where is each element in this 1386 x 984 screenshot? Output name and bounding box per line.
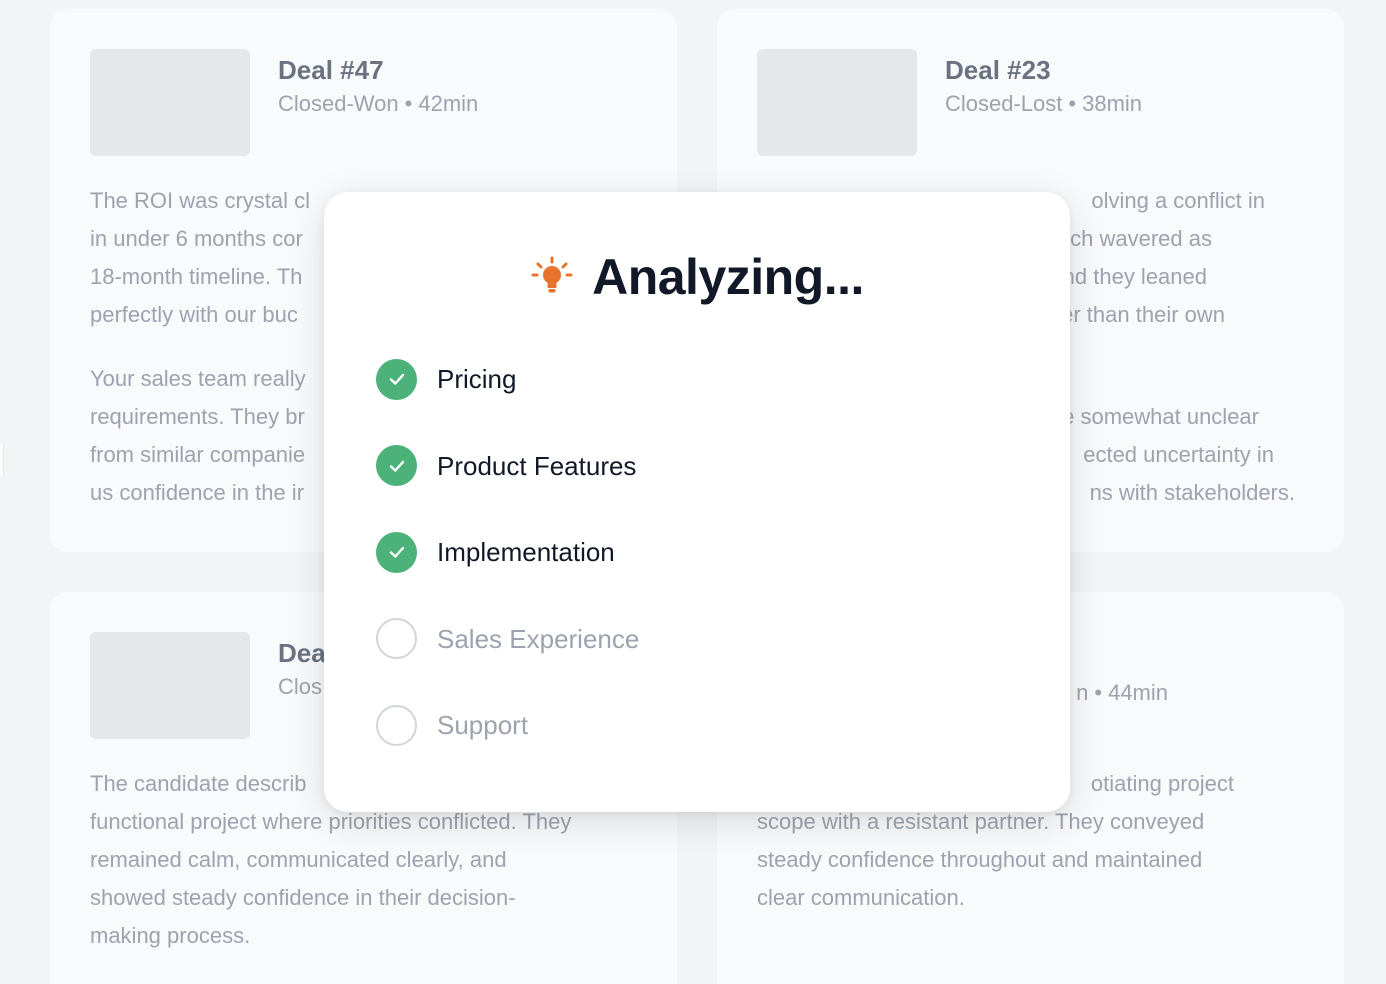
separator: • — [1068, 91, 1077, 116]
check-circle-icon — [376, 531, 417, 573]
deal-status: Closed-Won — [278, 91, 399, 116]
step-label: Product Features — [437, 450, 637, 481]
side-panel-tab[interactable] — [0, 442, 4, 478]
step-label: Sales Experience — [437, 623, 640, 654]
deal-status: n — [1076, 680, 1089, 705]
check-circle-icon — [376, 445, 417, 486]
separator: • — [1094, 680, 1103, 705]
step-sales-experience: Sales Experience — [376, 618, 640, 659]
deal-title: Deal #23 — [945, 55, 1051, 85]
step-label: Implementation — [437, 537, 615, 567]
step-implementation: Implementation — [376, 531, 639, 573]
deal-thumbnail — [90, 49, 250, 156]
empty-circle-icon — [376, 618, 417, 659]
text-line: clear communication. — [757, 885, 965, 910]
deal-thumbnail — [757, 49, 917, 156]
deal-status: Closed-Lost — [945, 91, 1063, 116]
deal-duration: 42min — [418, 91, 479, 116]
text-line: remained calm, communicated clearly, and — [90, 847, 507, 872]
deal-status-line: Closed-Won • 42min — [278, 89, 478, 119]
deal-duration: 38min — [1082, 91, 1143, 116]
lightbulb-icon — [531, 256, 573, 293]
text-line: steady confidence throughout and maintai… — [757, 847, 1203, 872]
step-pricing: Pricing — [376, 358, 639, 400]
analysis-steps: Pricing Product Features Implementation … — [376, 358, 640, 792]
separator: • — [404, 91, 413, 116]
deal-status-line: Closed-Lost • 38min — [945, 89, 1142, 119]
step-product-features: Product Features — [376, 445, 639, 486]
empty-circle-icon — [376, 704, 417, 746]
deal-status: Clos — [278, 674, 323, 699]
check-circle-icon — [376, 358, 417, 400]
deal-title: Deal #47 — [278, 55, 384, 85]
modal-header: Analyzing... — [324, 242, 1070, 312]
modal-title: Analyzing... — [592, 249, 864, 305]
analyzing-modal: Analyzing... Pricing Product Features Im… — [324, 192, 1070, 812]
deal-title: Dea — [278, 638, 326, 668]
deal-thumbnail — [90, 632, 250, 739]
text-line: showed steady confidence in their decisi… — [90, 885, 516, 910]
step-support: Support — [376, 704, 639, 746]
deal-duration: 44min — [1108, 680, 1168, 705]
deal-status-line: n • 44min — [1076, 678, 1168, 708]
step-label: Pricing — [437, 364, 517, 394]
deal-status-line: Clos — [278, 672, 326, 702]
text-line: making process. — [90, 923, 251, 948]
step-label: Support — [437, 710, 529, 740]
